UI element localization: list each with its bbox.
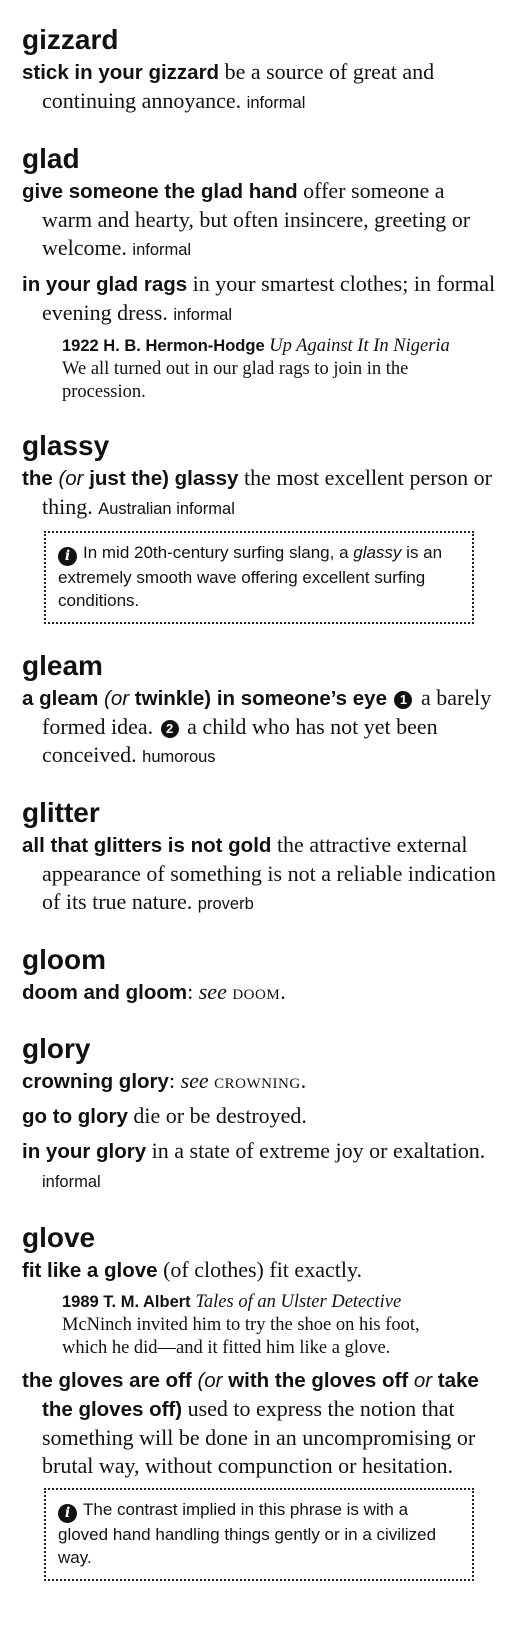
sense: go to glory die or be destroyed. xyxy=(22,1102,498,1131)
idiom-phrase: doom and gloom xyxy=(22,981,188,1004)
definition: die or be destroyed. xyxy=(127,1103,307,1128)
headword: gloom xyxy=(22,944,106,975)
sense-number-1-icon: 1 xyxy=(394,691,413,709)
xref-see: see xyxy=(180,1068,215,1093)
idiom-phrase: in your glory xyxy=(22,1140,147,1163)
entry-glory: glory crowning glory: see crowning. go t… xyxy=(22,1033,498,1196)
xref-colon: : xyxy=(168,1068,181,1093)
sense: the (or just the) glassy the most excell… xyxy=(22,464,498,523)
idiom-phrase: stick in your gizzard xyxy=(22,61,220,84)
note-text: The contrast implied in this phrase is w… xyxy=(58,1500,437,1567)
definition: in a state of extreme joy or exaltation. xyxy=(146,1138,486,1163)
entry-glove: glove fit like a glove (of clothes) fit … xyxy=(22,1222,498,1581)
sense: in your glory in a state of extreme joy … xyxy=(22,1137,498,1196)
idiom-phrase: in your glad rags xyxy=(22,273,188,296)
headword: gleam xyxy=(22,650,103,681)
idiom-phrase-end: glassy xyxy=(168,467,239,490)
xref-see: see xyxy=(198,979,233,1004)
headword: glitter xyxy=(22,797,100,828)
definition: (of clothes) fit exactly. xyxy=(157,1257,363,1282)
xref-colon: : xyxy=(187,979,199,1004)
sense: the gloves are off (or with the gloves o… xyxy=(22,1366,498,1480)
dictionary-page: gizzard stick in your gizzard be a sourc… xyxy=(0,0,520,1630)
idiom-phrase: crowning glory xyxy=(22,1070,169,1093)
idiom-phrase: the gloves are off xyxy=(22,1369,198,1392)
xref-target-link[interactable]: crowning xyxy=(214,1068,301,1093)
citation-text: McNinch invited him to try the shoe on h… xyxy=(62,1315,420,1358)
idiom-phrase-end: in someone’s eye xyxy=(211,687,387,710)
usage-label: humorous xyxy=(142,748,216,766)
idiom-phrase: the xyxy=(22,467,59,490)
or-word: (or xyxy=(104,687,130,710)
idiom-phrase-variant: twinkle) xyxy=(129,687,212,710)
entry-gizzard: gizzard stick in your gizzard be a sourc… xyxy=(22,24,498,117)
or-word: (or xyxy=(58,467,84,490)
sense: in your glad rags in your smartest cloth… xyxy=(22,270,498,329)
entry-glad: glad give someone the glad hand offer so… xyxy=(22,143,498,404)
citation-title: Tales of an Ulster Detective xyxy=(195,1292,402,1312)
sense-number-2-icon: 2 xyxy=(160,720,179,738)
citation-quote: 1989 T. M. Albert Tales of an Ulster Det… xyxy=(62,1291,462,1360)
idiom-phrase: go to glory xyxy=(22,1105,128,1128)
citation-text: We all turned out in our glad rags to jo… xyxy=(62,359,409,402)
usage-label: informal xyxy=(132,241,192,259)
note-text: In mid 20th-century surfing slang, a xyxy=(83,543,354,562)
usage-label: informal xyxy=(42,1173,101,1191)
idiom-phrase: a gleam xyxy=(22,687,105,710)
cross-reference: doom and gloom: see doom. xyxy=(22,978,498,1007)
xref-target-link[interactable]: doom xyxy=(232,979,280,1004)
xref-end: . xyxy=(280,979,286,1004)
usage-note: i The contrast implied in this phrase is … xyxy=(44,1488,474,1581)
usage-label: proverb xyxy=(197,895,254,913)
note-italic: glassy xyxy=(353,543,402,562)
info-icon: i xyxy=(58,1504,77,1523)
or-word: or xyxy=(413,1369,433,1392)
idiom-phrase: all that glitters is not gold xyxy=(22,834,272,857)
idiom-phrase-variant: with the gloves off xyxy=(222,1369,414,1392)
usage-label: Australian informal xyxy=(98,500,235,518)
headword: glove xyxy=(22,1222,96,1253)
sense: a gleam (or twinkle) in someone’s eye 1 … xyxy=(22,684,498,771)
headword: glad xyxy=(22,143,80,174)
headword: gizzard xyxy=(22,24,119,55)
citation-quote: 1922 H. B. Hermon-Hodge Up Against It In… xyxy=(62,335,462,404)
usage-label: informal xyxy=(246,94,306,112)
sense: stick in your gizzard be a source of gre… xyxy=(22,58,498,117)
citation-title: Up Against It In Nigeria xyxy=(269,336,450,356)
citation-source: 1989 T. M. Albert xyxy=(62,1293,191,1311)
cross-reference: crowning glory: see crowning. xyxy=(22,1067,498,1096)
headword: glassy xyxy=(22,430,110,461)
xref-end: . xyxy=(300,1068,307,1093)
entry-gleam: gleam a gleam (or twinkle) in someone’s … xyxy=(22,650,498,771)
sense: fit like a glove (of clothes) fit exactl… xyxy=(22,1256,498,1285)
entry-glassy: glassy the (or just the) glassy the most… xyxy=(22,430,498,624)
or-word: (or xyxy=(197,1369,223,1392)
citation-source: 1922 H. B. Hermon-Hodge xyxy=(62,337,265,355)
info-icon: i xyxy=(58,547,77,566)
sense: give someone the glad hand offer someone… xyxy=(22,177,498,264)
idiom-phrase: fit like a glove xyxy=(22,1259,158,1282)
sense: all that glitters is not gold the attrac… xyxy=(22,831,498,918)
usage-note: i In mid 20th-century surfing slang, a gl… xyxy=(44,531,474,624)
entry-glitter: glitter all that glitters is not gold th… xyxy=(22,797,498,918)
headword: glory xyxy=(22,1033,91,1064)
entry-gloom: gloom doom and gloom: see doom. xyxy=(22,944,498,1007)
idiom-phrase: give someone the glad hand xyxy=(22,180,298,203)
usage-label: informal xyxy=(173,306,233,324)
idiom-phrase-variant: just the) xyxy=(83,467,169,490)
